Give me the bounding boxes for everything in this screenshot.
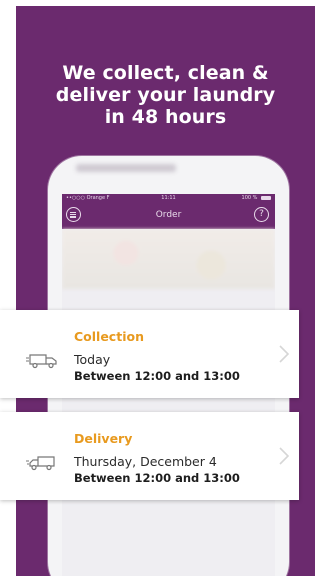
chevron-right-icon — [279, 447, 290, 465]
delivery-title: Delivery — [74, 431, 133, 446]
collection-time-slot: Between 12:00 and 13:00 — [74, 369, 240, 383]
van-icon — [26, 456, 55, 471]
help-icon[interactable]: ? — [254, 207, 269, 222]
headline-line-2: deliver your laundry — [55, 84, 276, 106]
collection-card[interactable]: Collection Today Between 12:00 and 13:00 — [0, 310, 299, 398]
collection-title: Collection — [74, 329, 144, 344]
chevron-right-icon — [279, 345, 290, 363]
headline-line-3: in 48 hours — [104, 106, 227, 128]
delivery-day: Thursday, December 4 — [74, 454, 217, 469]
battery-label: 100 % — [241, 195, 258, 201]
battery-icon — [261, 195, 271, 200]
nav-title: Order — [155, 210, 182, 220]
battery-status: 100 % — [242, 194, 271, 203]
map-preview — [62, 229, 275, 289]
blurred-bar — [76, 164, 176, 172]
status-bar: ••○○○ Orange F 11:11 100 % — [62, 194, 275, 203]
delivery-time-slot: Between 12:00 and 13:00 — [74, 471, 240, 485]
delivery-card[interactable]: Delivery Thursday, December 4 Between 12… — [0, 412, 299, 500]
van-icon — [26, 354, 57, 369]
nav-bar: Order ? — [62, 203, 275, 229]
headline: We collect, clean & deliver your laundry… — [16, 62, 315, 128]
headline-line-1: We collect, clean & — [62, 62, 269, 84]
collection-day: Today — [74, 352, 111, 367]
